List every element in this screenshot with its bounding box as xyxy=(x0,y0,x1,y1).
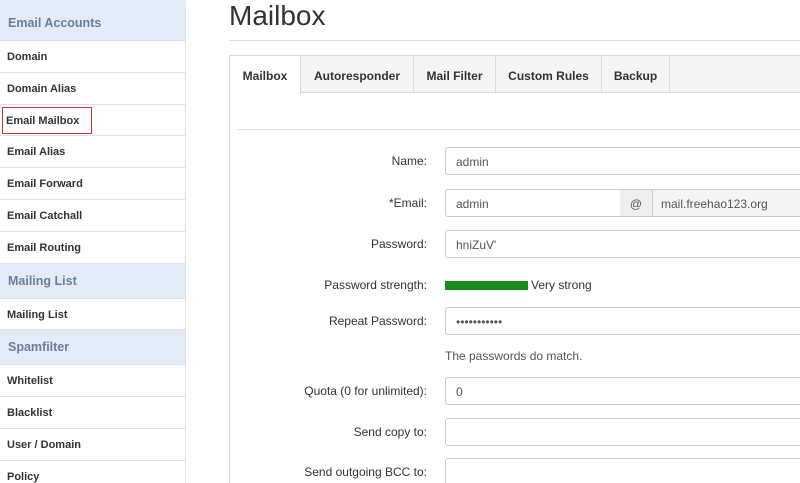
sidebar-item-label: Whitelist xyxy=(7,375,53,388)
sidebar-item-mailing-list[interactable]: Mailing List xyxy=(0,299,185,331)
password-strength-label: Password strength: xyxy=(324,278,427,292)
sidebar-section-spamfilter: Spamfilter xyxy=(0,330,185,366)
name-label: Name: xyxy=(391,154,427,168)
sidebar-item-blacklist[interactable]: Blacklist xyxy=(0,397,185,429)
tab-autoresponder[interactable]: Autoresponder xyxy=(301,56,414,93)
tab-backup[interactable]: Backup xyxy=(602,56,670,93)
sidebar-item-domain[interactable]: Domain xyxy=(0,41,185,73)
password-strength-bar xyxy=(445,281,528,290)
send-copy-label: Send copy to: xyxy=(353,425,427,439)
sidebar-item-label: Policy xyxy=(7,470,40,483)
repeat-password-label: Repeat Password: xyxy=(328,314,427,328)
panel-divider xyxy=(238,129,800,130)
email-label: *Email: xyxy=(389,196,427,210)
sidebar-item-label: Mailing List xyxy=(7,308,68,321)
tab-mailbox[interactable]: Mailbox xyxy=(230,56,301,94)
password-label: Password: xyxy=(370,237,427,251)
password-match-text: The passwords do match. xyxy=(445,349,583,363)
sidebar: Email Accounts Domain Domain Alias Email… xyxy=(0,0,186,483)
tab-bar: Mailbox Autoresponder Mail Filter Custom… xyxy=(230,56,800,94)
repeat-password-input[interactable]: ••••••••••• xyxy=(445,307,800,335)
sidebar-item-email-catchall[interactable]: Email Catchall xyxy=(0,200,185,232)
tab-mail-filter[interactable]: Mail Filter xyxy=(414,56,496,93)
sidebar-item-policy[interactable]: Policy xyxy=(0,461,185,483)
sidebar-item-label: Email Catchall xyxy=(7,209,83,222)
sidebar-item-label: Domain Alias xyxy=(7,82,77,95)
send-bcc-label: Send outgoing BCC to: xyxy=(304,465,427,479)
sidebar-item-domain-alias[interactable]: Domain Alias xyxy=(0,73,185,105)
sidebar-item-email-alias[interactable]: Email Alias xyxy=(0,136,185,169)
email-label-text: Email: xyxy=(393,196,427,210)
sidebar-item-email-routing[interactable]: Email Routing xyxy=(0,232,185,264)
email-local-input[interactable]: admin xyxy=(445,189,621,217)
sidebar-item-label: Email Alias xyxy=(7,146,66,159)
sidebar-item-label: Blacklist xyxy=(7,407,53,420)
sidebar-top-cap xyxy=(0,0,186,6)
mailbox-panel: Mailbox Autoresponder Mail Filter Custom… xyxy=(229,55,800,483)
send-bcc-input[interactable] xyxy=(445,458,800,483)
quota-label: Quota (0 for unlimited): xyxy=(304,384,427,398)
quota-input[interactable]: 0 xyxy=(445,377,800,405)
tab-custom-rules[interactable]: Custom Rules xyxy=(496,56,602,93)
sidebar-item-label: Domain xyxy=(7,51,48,63)
sidebar-item-label: Email Mailbox xyxy=(1,106,93,134)
title-divider xyxy=(229,40,800,41)
sidebar-section-email-accounts: Email Accounts xyxy=(0,6,185,41)
send-copy-input[interactable] xyxy=(445,418,800,446)
password-input[interactable]: hniZuV' xyxy=(445,230,800,258)
email-domain-select[interactable]: mail.freehao123.org xyxy=(653,189,800,217)
sidebar-section-mailing-list: Mailing List xyxy=(0,263,185,299)
sidebar-item-label: Email Routing xyxy=(7,241,81,254)
sidebar-item-email-mailbox[interactable]: Email Mailbox xyxy=(0,105,185,137)
sidebar-item-email-forward[interactable]: Email Forward xyxy=(0,168,185,200)
email-at-addon: @ xyxy=(620,189,653,217)
sidebar-item-label: Email Forward xyxy=(7,178,83,191)
password-strength-text: Very strong xyxy=(531,278,592,292)
sidebar-item-user-domain[interactable]: User / Domain xyxy=(0,429,185,461)
page-title: Mailbox xyxy=(229,0,326,31)
sidebar-item-whitelist[interactable]: Whitelist xyxy=(0,365,185,398)
name-input[interactable]: admin xyxy=(445,147,800,175)
sidebar-item-label: User / Domain xyxy=(7,438,81,451)
